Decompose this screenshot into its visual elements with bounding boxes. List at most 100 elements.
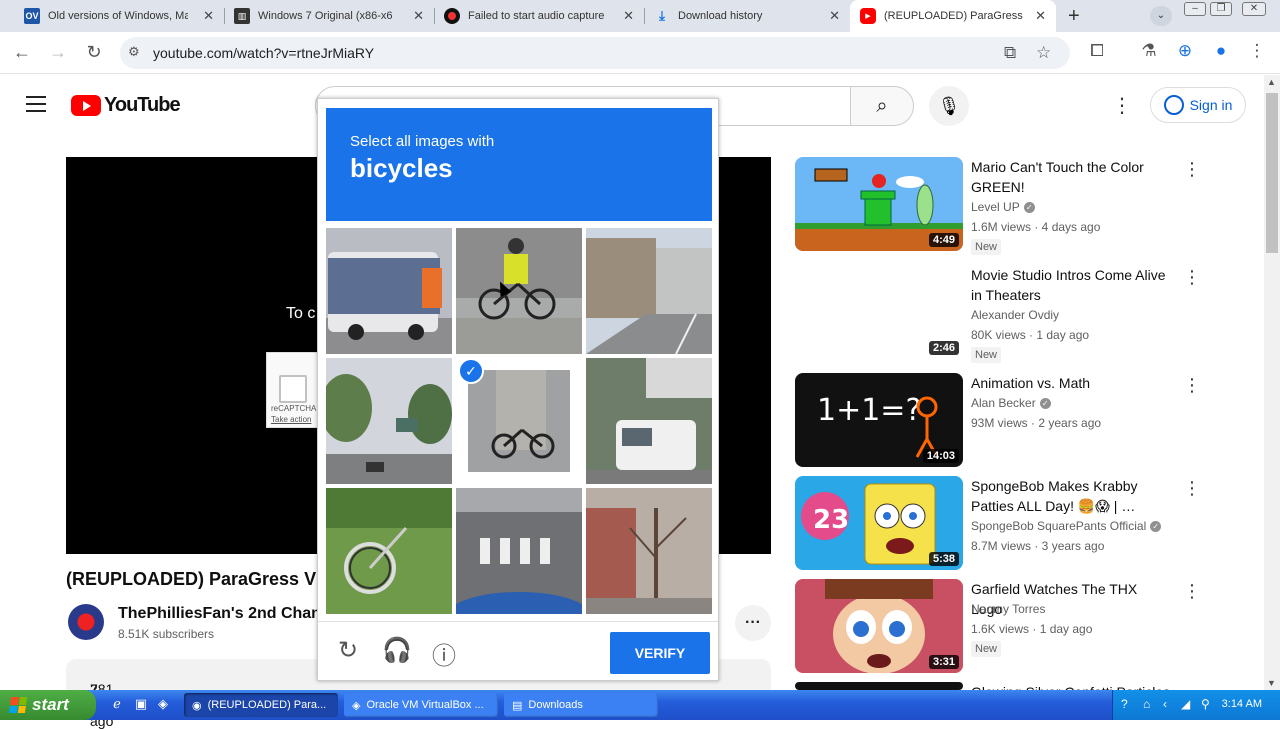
recommendation-item[interactable]: 23 5:38 SpongeBob Makes Krabby Patties A… <box>795 476 1205 576</box>
close-tab-icon[interactable]: ✕ <box>623 8 634 24</box>
search-tray-icon[interactable]: ⚲ <box>1201 697 1210 711</box>
tab-title: Windows 7 Original (x86-x6 <box>258 10 393 22</box>
recommendation-item[interactable]: 2:46 Movie Studio Intros Come Alive in T… <box>795 265 1205 365</box>
audio-icon[interactable]: 🎧 <box>382 636 412 665</box>
install-app-icon[interactable]: ⧉ <box>1004 43 1016 63</box>
video-thumbnail[interactable]: 2:46 <box>795 265 963 359</box>
captcha-tile[interactable] <box>456 228 582 354</box>
address-bar[interactable]: ⚙ youtube.com/watch?v=rtneJrMiaRY ⧉ ☆ <box>120 37 1070 69</box>
tab-audio-capture[interactable]: Failed to start audio capture ✕ <box>434 0 644 32</box>
tab-search-icon[interactable]: ⌄ <box>1150 6 1172 26</box>
captcha-tile[interactable] <box>586 488 712 614</box>
start-button[interactable]: start <box>0 690 96 720</box>
account-icon <box>1163 95 1184 115</box>
forward-icon[interactable]: → <box>46 42 70 63</box>
bookmark-star-icon[interactable]: ☆ <box>1036 43 1051 63</box>
desktop-icon[interactable]: ▣ <box>132 696 150 714</box>
cyclist-image <box>456 228 582 354</box>
taskbar-button-downloads[interactable]: ▤ Downloads <box>504 693 658 717</box>
video-menu-icon[interactable]: ⋮ <box>1183 375 1201 396</box>
recommendation-item[interactable]: 3:31 Garfield Watches The THX Logo Naomy… <box>795 579 1205 679</box>
tab-youtube[interactable]: ▶ (REUPLOADED) ParaGress V ✕ <box>850 0 1056 32</box>
captcha-tile[interactable] <box>456 488 582 614</box>
settings-kebab-icon[interactable]: ⋮ <box>1112 93 1132 118</box>
captcha-tile[interactable] <box>586 358 712 484</box>
menu-kebab-icon[interactable]: ⋮ <box>1246 41 1268 61</box>
labs-icon[interactable]: ⚗ <box>1138 41 1160 61</box>
search-icon[interactable]: ⌕ <box>850 86 914 126</box>
taskbar-button-youtube[interactable]: ◉ (REUPLOADED) Para... <box>184 693 338 717</box>
close-tab-icon[interactable]: ✕ <box>829 8 840 24</box>
scroll-up-icon[interactable]: ▲ <box>1267 77 1276 87</box>
site-info-icon[interactable]: ⚙ <box>128 44 140 60</box>
recaptcha-checkbox[interactable] <box>279 375 307 403</box>
video-title: Mario Can't Touch the Color GREEN! <box>971 159 1144 195</box>
recommendation-item[interactable]: 4:49 Mario Can't Touch the Color GREEN! … <box>795 157 1205 257</box>
close-tab-icon[interactable]: ✕ <box>203 8 214 24</box>
tab-oldversion[interactable]: OV Old versions of Windows, Ma ✕ <box>14 0 224 32</box>
reload-icon[interactable]: ↻ <box>334 636 362 665</box>
tab-title: Old versions of Windows, Ma <box>48 10 188 22</box>
new-tab-icon[interactable]: + <box>1068 5 1080 28</box>
sign-in-button[interactable]: Sign in <box>1150 87 1246 123</box>
video-menu-icon[interactable]: ⋮ <box>1183 159 1201 180</box>
page-scrollbar[interactable]: ▲ ▼ <box>1264 75 1280 690</box>
captcha-tile[interactable] <box>326 358 452 484</box>
download-icon: ⤓ <box>659 8 665 23</box>
close-tab-icon[interactable]: ✕ <box>1035 8 1046 24</box>
street-image <box>586 228 712 354</box>
info-icon[interactable]: ⓘ <box>430 636 458 671</box>
scrollbar-thumb[interactable] <box>1266 93 1278 253</box>
video-thumbnail[interactable]: 4:49 <box>795 157 963 251</box>
minimize-icon[interactable]: – <box>1184 2 1206 16</box>
video-thumbnail[interactable]: 3:31 <box>795 579 963 673</box>
profile-icon[interactable]: ● <box>1210 41 1232 61</box>
youtube-icon: ▶ <box>860 8 876 24</box>
video-thumbnail[interactable] <box>795 682 963 690</box>
video-meta: 80K views · 1 day ago <box>971 328 1090 342</box>
tab-download-history[interactable]: ⤓ Download history ✕ <box>644 0 850 32</box>
volume-icon[interactable]: ◢ <box>1181 697 1190 711</box>
channel-avatar[interactable] <box>68 604 104 640</box>
captcha-tile[interactable] <box>586 228 712 354</box>
extensions-icon[interactable]: ⧠ <box>1086 41 1108 61</box>
more-actions-button[interactable]: ··· <box>735 605 771 641</box>
taskbar-button-virtualbox[interactable]: ◈ Oracle VM VirtualBox ... <box>344 693 498 717</box>
video-title: Glowing Silver Confetti Particles <box>971 682 1171 690</box>
scroll-down-icon[interactable]: ▼ <box>1267 678 1276 688</box>
help-icon[interactable]: ? <box>1121 697 1128 711</box>
restore-icon[interactable]: ❐ <box>1210 2 1232 16</box>
chrome-icon: ◉ <box>192 699 202 712</box>
video-menu-icon[interactable]: ⋮ <box>1183 478 1201 499</box>
channel-name[interactable]: ThePhilliesFan's 2nd Channe <box>118 605 340 623</box>
close-tab-icon[interactable]: ✕ <box>413 8 424 24</box>
chevron-left-icon[interactable]: ‹ <box>1163 697 1167 711</box>
video-menu-icon[interactable]: ⋮ <box>1183 581 1201 602</box>
captcha-tile[interactable] <box>326 488 452 614</box>
close-window-icon[interactable]: ✕ <box>1242 2 1266 16</box>
video-title: Animation vs. Math <box>971 375 1091 391</box>
challenge-footer: ↻ 🎧 ⓘ VERIFY <box>318 621 718 681</box>
network-icon[interactable]: ⌂ <box>1143 697 1150 711</box>
downloads-icon[interactable]: ⊕ <box>1174 41 1196 61</box>
video-thumbnail[interactable]: 1+1=? 14:03 <box>795 373 963 467</box>
recaptcha-label: reCAPTCHA <box>271 404 317 413</box>
tab-archive[interactable]: ▥ Windows 7 Original (x86-x6 ✕ <box>224 0 434 32</box>
video-meta: 1.6K views · 1 day ago <box>971 622 1093 636</box>
back-icon[interactable]: ← <box>10 42 34 63</box>
ie-icon[interactable]: ℯ <box>108 696 126 714</box>
reload-icon[interactable]: ↻ <box>82 42 106 63</box>
virtualbox-quick-icon[interactable]: ◈ <box>154 696 172 714</box>
verify-button[interactable]: VERIFY <box>610 632 710 674</box>
recommendation-item[interactable]: Glowing Silver Confetti Particles <box>795 682 1205 690</box>
hamburger-menu-icon[interactable] <box>26 96 46 117</box>
recommendation-item[interactable]: 1+1=? 14:03 Animation vs. Math Alan Beck… <box>795 373 1205 473</box>
recaptcha-take-action-link[interactable]: Take action <box>271 415 311 424</box>
youtube-logo[interactable]: YouTube <box>71 94 181 117</box>
video-thumbnail[interactable]: 23 5:38 <box>795 476 963 570</box>
captcha-tile[interactable] <box>326 228 452 354</box>
verified-icon: ✓ <box>1023 202 1035 214</box>
microphone-icon[interactable]: 🎙 <box>929 86 969 126</box>
video-menu-icon[interactable]: ⋮ <box>1183 267 1201 288</box>
video-meta: 93M views · 2 years ago <box>971 416 1102 430</box>
